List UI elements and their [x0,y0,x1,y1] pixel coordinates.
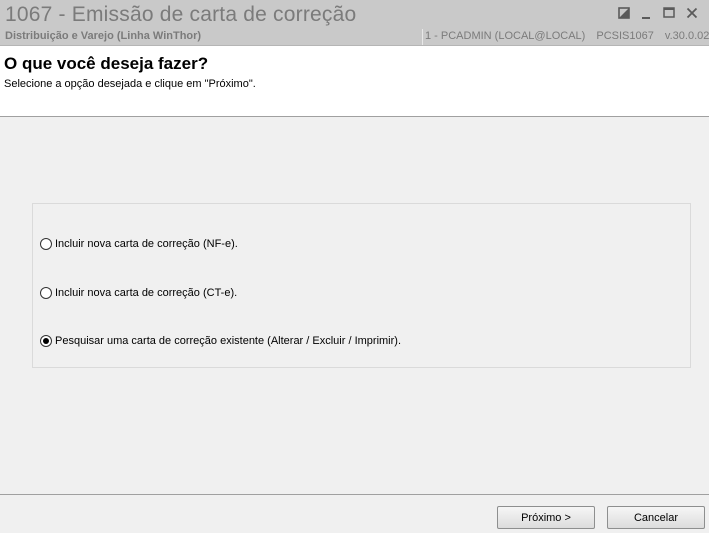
wizard-footer: Próximo > Cancelar [0,494,709,533]
page-description: Selecione a opção desejada e clique em "… [4,78,256,90]
page-title: O que você deseja fazer? [4,54,209,73]
status-user: 1 - PCADMIN (LOCAL@LOCAL) [425,30,586,42]
wizard-header: O que você deseja fazer? Selecione a opç… [0,46,709,117]
next-button-label: Próximo > [521,511,571,524]
title-divider [422,29,423,45]
maximize-icon[interactable] [660,4,678,22]
options-group: Incluir nova carta de correção (NF-e). I… [32,203,691,368]
status-info: 1 - PCADMIN (LOCAL@LOCAL) PCSIS1067 v.30… [425,30,709,42]
cancel-button[interactable]: Cancelar [607,506,705,529]
cancel-button-label: Cancelar [633,511,679,524]
option-include-nfe[interactable]: Incluir nova carta de correção (NF-e). [40,236,238,252]
title-bar: 1067 - Emissão de carta de correção Dist… [0,0,709,46]
window-controls [609,4,709,24]
radio-button[interactable] [40,238,52,250]
window-subtitle: Distribuição e Varejo (Linha WinThor) [5,30,202,42]
next-button[interactable]: Próximo > [497,506,595,529]
minimize-icon[interactable] [637,4,655,22]
window-title: 1067 - Emissão de carta de correção [5,3,357,26]
status-module: PCSIS1067 [596,30,654,42]
radio-button[interactable] [40,335,52,347]
status-version: v.30.0.02.005 [664,30,709,42]
option-label: Incluir nova carta de correção (NF-e). [55,238,238,250]
option-label: Pesquisar uma carta de correção existent… [55,335,402,347]
radio-button[interactable] [40,287,52,299]
close-icon[interactable] [683,4,701,22]
option-search-existing[interactable]: Pesquisar uma carta de correção existent… [40,333,401,349]
restore-icon[interactable] [615,4,633,22]
option-label: Incluir nova carta de correção (CT-e). [55,287,238,299]
option-include-cte[interactable]: Incluir nova carta de correção (CT-e). [40,285,237,301]
